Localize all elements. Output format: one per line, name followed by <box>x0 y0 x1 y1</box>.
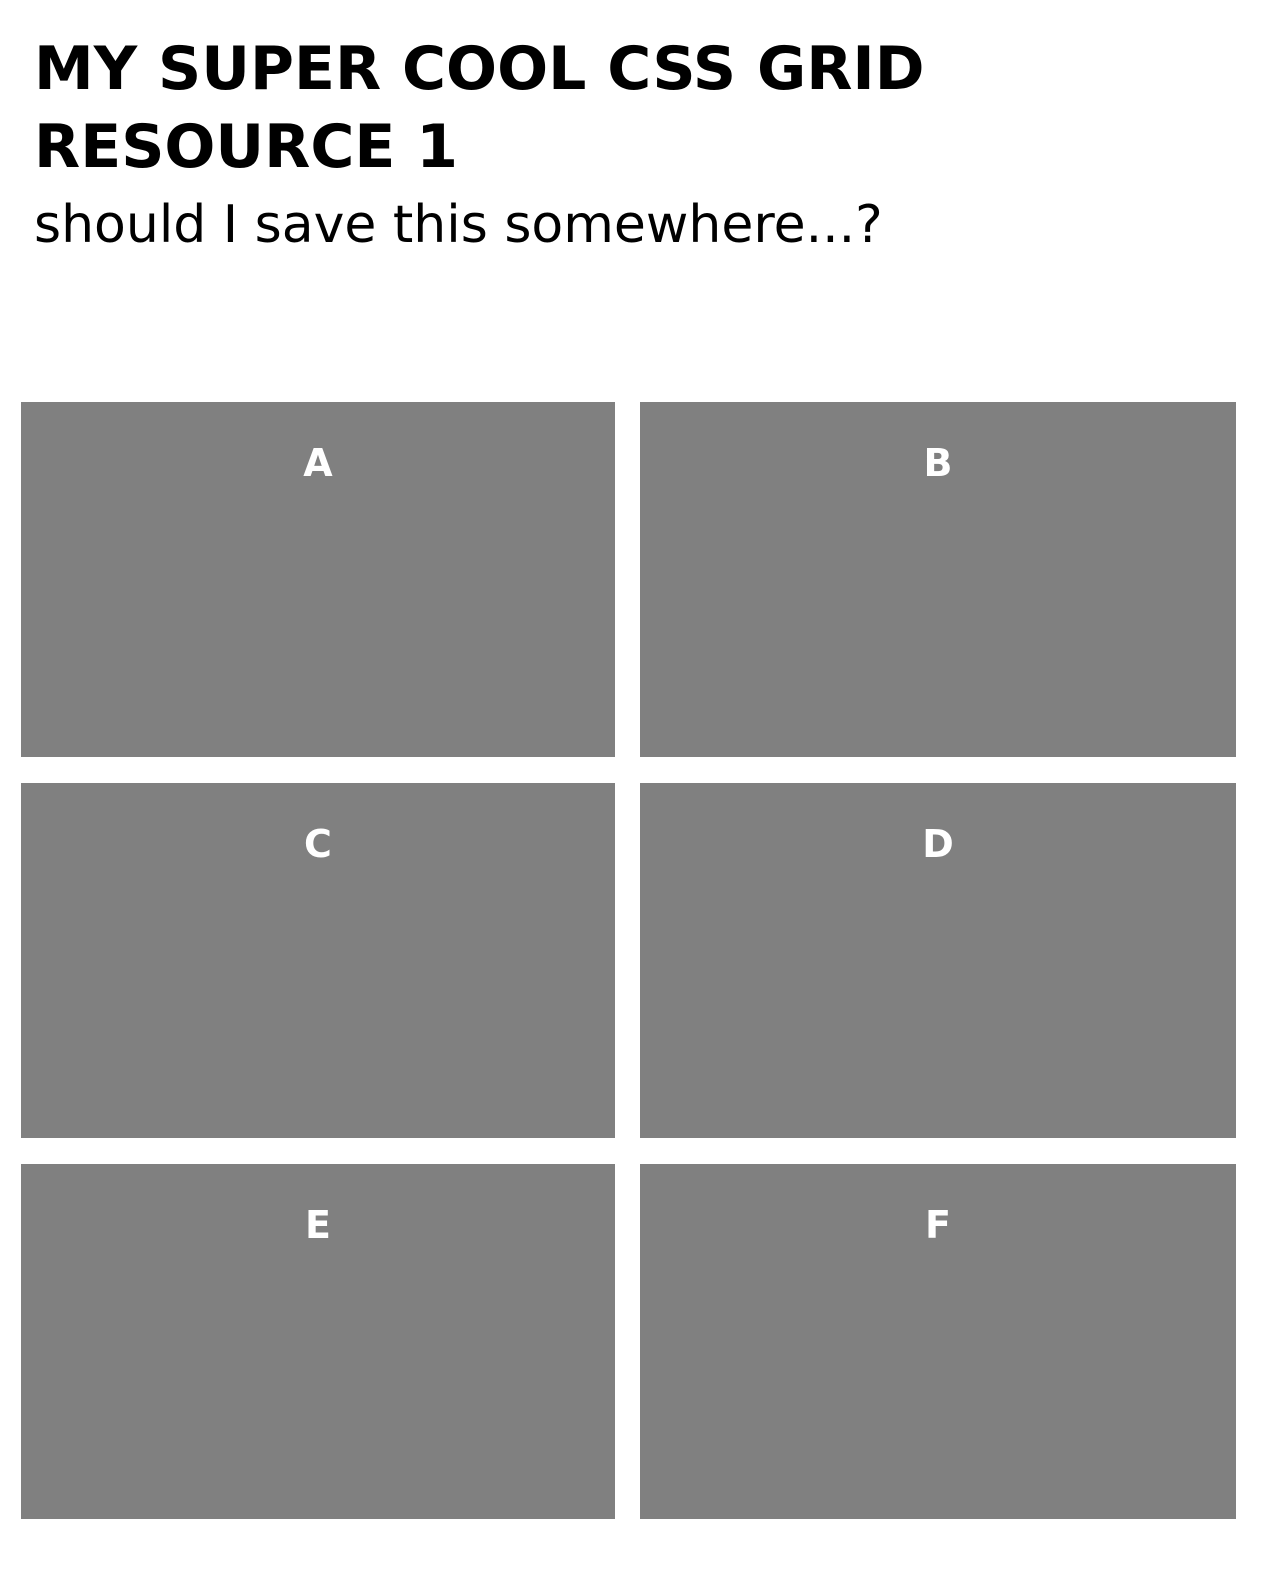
grid-cell-a: A <box>21 402 615 757</box>
grid-cell-b: B <box>640 402 1236 757</box>
grid-cell-f: F <box>640 1164 1236 1519</box>
grid-cell-label: C <box>304 822 332 866</box>
grid-cell-label: D <box>922 822 954 866</box>
grid-container: A B C D E F <box>21 402 1236 1519</box>
grid-cell-label: E <box>305 1203 331 1247</box>
grid-cell-d: D <box>640 783 1236 1138</box>
page-title: MY SUPER COOL CSS GRID RESOURCE 1 <box>34 34 925 182</box>
grid-cell-e: E <box>21 1164 615 1519</box>
grid-cell-c: C <box>21 783 615 1138</box>
page-header: MY SUPER COOL CSS GRID RESOURCE 1 should… <box>34 30 1034 260</box>
grid-cell-label: A <box>303 441 333 485</box>
grid-cell-label: B <box>923 441 953 485</box>
page-subtitle: should I save this somewhere...? <box>34 195 883 255</box>
grid-cell-label: F <box>925 1203 951 1247</box>
